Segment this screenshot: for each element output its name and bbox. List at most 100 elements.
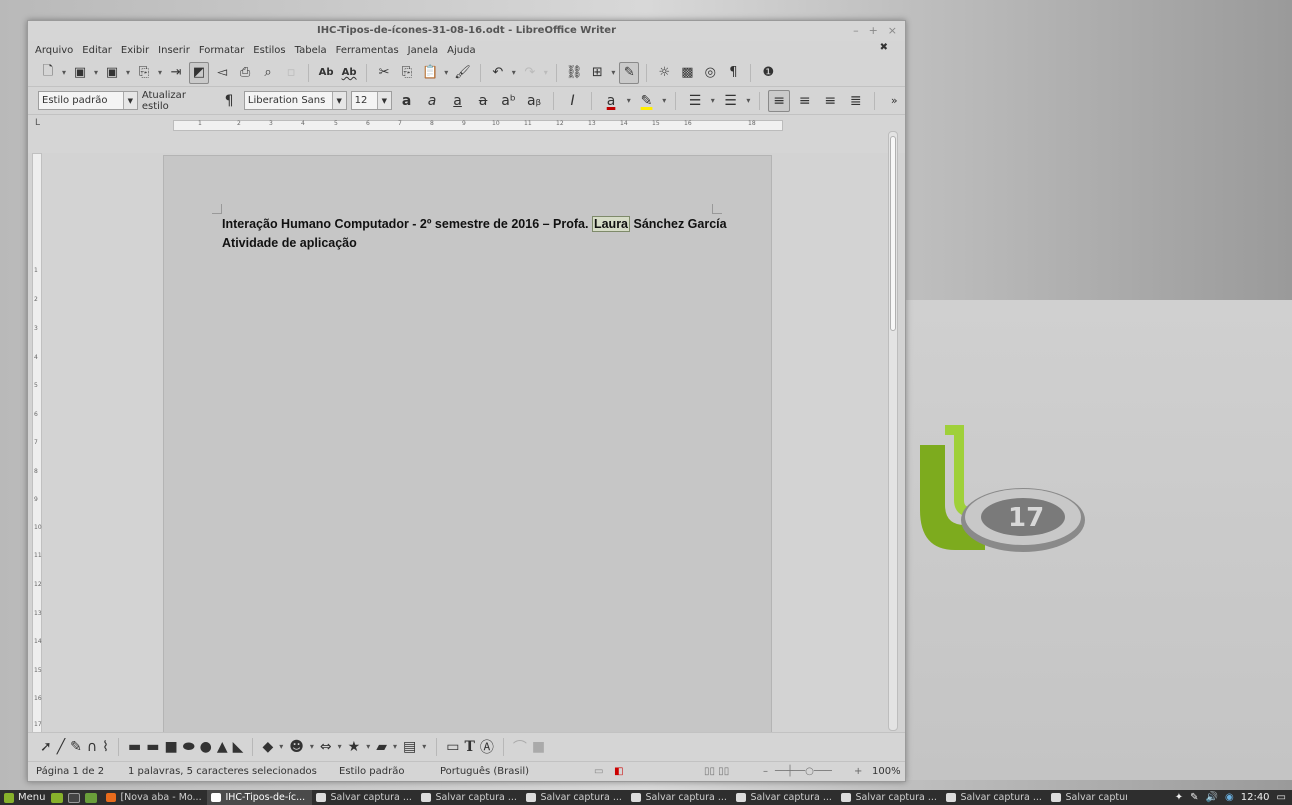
circle-icon[interactable]: ● bbox=[200, 739, 212, 755]
align-center-icon[interactable]: ≡ bbox=[794, 93, 816, 109]
insert-table-icon[interactable]: ⊞ bbox=[587, 62, 607, 84]
numbered-list-icon[interactable]: ☰ bbox=[720, 93, 742, 109]
polygon-icon[interactable]: ⌇ bbox=[102, 739, 109, 755]
clear-formatting-icon[interactable]: I bbox=[562, 93, 584, 109]
curve-icon[interactable]: ∩ bbox=[87, 739, 97, 755]
ellipse-icon[interactable]: ⬬ bbox=[183, 739, 195, 755]
block-arrows-icon[interactable]: ⇔ bbox=[320, 739, 332, 755]
update-shield-icon[interactable]: ◉ bbox=[1225, 792, 1234, 803]
block-arrows-dropdown-icon[interactable]: ▾ bbox=[337, 742, 343, 751]
font-color-dropdown-icon[interactable]: ▾ bbox=[626, 96, 632, 105]
insert-special-character-icon[interactable]: ☼ bbox=[654, 62, 674, 84]
vertical-ruler[interactable]: 1 2 3 4 5 6 7 8 9 10 11 12 13 14 15 16 1… bbox=[32, 153, 42, 733]
more-options-button[interactable]: » bbox=[883, 94, 905, 107]
redo-dropdown-icon[interactable]: ▾ bbox=[543, 68, 549, 77]
chevron-down-icon[interactable]: ▼ bbox=[331, 92, 346, 109]
select-arrow-icon[interactable]: ➚ bbox=[40, 739, 52, 755]
superscript-icon[interactable]: aᵇ bbox=[498, 93, 520, 109]
numbered-list-dropdown-icon[interactable]: ▾ bbox=[745, 96, 751, 105]
edit-mode-icon[interactable]: ◩ bbox=[189, 61, 210, 84]
menu-ajuda[interactable]: Ajuda bbox=[447, 45, 475, 56]
task-screenshot[interactable]: Salvar captura ... bbox=[312, 790, 417, 805]
align-right-icon[interactable]: ≡ bbox=[819, 93, 841, 109]
insert-image-icon[interactable]: ▩ bbox=[677, 62, 697, 84]
horizontal-ruler[interactable]: 1 2 3 4 5 6 7 8 9 10 11 12 13 14 15 16 1… bbox=[173, 120, 783, 131]
copy-icon[interactable]: ⎘ bbox=[397, 62, 417, 84]
insert-comment-icon[interactable]: ❶ bbox=[758, 62, 778, 84]
font-color-icon[interactable]: a bbox=[600, 93, 622, 109]
redo-icon[interactable]: ↷ bbox=[520, 62, 540, 84]
zoom-out-button[interactable]: – bbox=[763, 766, 768, 777]
menu-janela[interactable]: Janela bbox=[408, 45, 438, 56]
show-desktop-icon[interactable] bbox=[51, 792, 64, 803]
symbol-shapes-icon[interactable]: ☻ bbox=[289, 739, 304, 755]
square-icon[interactable]: ■ bbox=[164, 739, 177, 755]
cut-icon[interactable]: ✂ bbox=[374, 62, 394, 84]
insert-mode-icon[interactable]: ▭ bbox=[594, 766, 603, 777]
page-style[interactable]: Estilo padrão bbox=[339, 766, 404, 777]
rounded-rectangle-icon[interactable]: ▬ bbox=[146, 739, 159, 755]
menu-arquivo[interactable]: Arquivo bbox=[35, 45, 73, 56]
clock[interactable]: 12:40 bbox=[1241, 792, 1270, 803]
bullet-list-icon[interactable]: ☰ bbox=[684, 93, 706, 109]
strikethrough-icon[interactable]: a bbox=[472, 93, 494, 109]
new-style-icon[interactable]: ¶ bbox=[218, 93, 240, 109]
view-layout-icon[interactable]: ▯▯ ▯▯ bbox=[704, 766, 729, 777]
table-dropdown-icon[interactable]: ▾ bbox=[610, 68, 616, 77]
task-screenshot[interactable]: Salvar captura ... bbox=[627, 790, 732, 805]
insert-text-box-icon[interactable]: T bbox=[464, 739, 474, 755]
volume-icon[interactable]: 🔊 bbox=[1206, 792, 1218, 803]
chevron-down-icon[interactable]: ▼ bbox=[122, 92, 137, 109]
task-screenshot[interactable]: Salvar captura ... bbox=[1047, 790, 1127, 805]
basic-shapes-dropdown-icon[interactable]: ▾ bbox=[278, 742, 284, 751]
task-writer[interactable]: IHC-Tipos-de-íc... bbox=[207, 790, 313, 805]
zoom-in-button[interactable]: + bbox=[854, 766, 862, 777]
formatting-marks-icon[interactable]: ¶ bbox=[723, 62, 743, 84]
document-page[interactable]: Interação Humano Computador - 2º semestr… bbox=[163, 155, 772, 733]
menu-editar[interactable]: Editar bbox=[82, 45, 112, 56]
subscript-icon[interactable]: aᵦ bbox=[523, 93, 545, 109]
spellcheck-icon[interactable]: Ab bbox=[316, 62, 336, 84]
open-icon[interactable]: ▣ bbox=[70, 62, 90, 84]
title-bar[interactable]: IHC-Tipos-de-ícones-31-08-16.odt - Libre… bbox=[28, 21, 905, 41]
document-text[interactable]: Interação Humano Computador - 2º semestr… bbox=[222, 215, 727, 253]
zoom-slider[interactable]: ──┼──○─── bbox=[775, 766, 832, 777]
italic-icon[interactable]: a bbox=[421, 93, 443, 109]
task-screenshot[interactable]: Salvar captura ... bbox=[522, 790, 627, 805]
draw-functions-icon[interactable]: ✎ bbox=[619, 61, 640, 84]
task-screenshot[interactable]: Salvar captura ... bbox=[732, 790, 837, 805]
task-screenshot[interactable]: Salvar captura ... bbox=[837, 790, 942, 805]
line-icon[interactable]: ╱ bbox=[57, 739, 65, 755]
print-icon[interactable]: ⎙ bbox=[235, 62, 255, 84]
export-dropdown-icon[interactable]: ▾ bbox=[157, 68, 163, 77]
task-screenshot[interactable]: Salvar captura ... bbox=[417, 790, 522, 805]
start-menu-button[interactable]: Menu bbox=[0, 792, 51, 803]
stars-dropdown-icon[interactable]: ▾ bbox=[365, 742, 371, 751]
minimize-button[interactable]: – bbox=[853, 21, 859, 41]
hyperlink-icon[interactable]: ⛓ bbox=[564, 62, 585, 84]
freeform-icon[interactable]: ✎ bbox=[70, 739, 82, 755]
vertical-scrollbar[interactable] bbox=[888, 131, 898, 731]
selected-text[interactable]: Laura bbox=[591, 216, 631, 232]
right-triangle-icon[interactable]: ◣ bbox=[233, 739, 244, 755]
font-name-combo[interactable]: Liberation Sans ▼ bbox=[243, 91, 347, 110]
close-window-button[interactable]: × bbox=[888, 21, 897, 41]
menu-ferramentas[interactable]: Ferramentas bbox=[336, 45, 399, 56]
callouts-icon[interactable]: ▰ bbox=[376, 739, 387, 755]
print-preview-icon[interactable]: ⌕ bbox=[258, 62, 278, 84]
close-document-button[interactable]: ✖ bbox=[880, 42, 888, 53]
menu-tabela[interactable]: Tabela bbox=[295, 45, 327, 56]
new-document-icon[interactable]: 🗋 bbox=[38, 62, 58, 84]
fontwork-icon[interactable]: Ⓐ bbox=[480, 737, 494, 757]
new-dropdown-icon[interactable]: ▾ bbox=[61, 68, 67, 77]
maximize-button[interactable]: + bbox=[869, 21, 878, 41]
stars-icon[interactable]: ★ bbox=[348, 739, 361, 755]
network-icon[interactable]: ✦ bbox=[1175, 792, 1183, 803]
document-line-2[interactable]: Atividade de aplicação bbox=[222, 234, 727, 253]
underline-icon[interactable]: a bbox=[447, 93, 469, 109]
tab-stop-selector[interactable]: L bbox=[35, 118, 40, 128]
export-pdf-icon[interactable]: ⇥ bbox=[166, 62, 186, 84]
basic-shapes-icon[interactable]: ◆ bbox=[262, 739, 273, 755]
navigator-icon[interactable]: ▫ bbox=[281, 62, 301, 84]
save-icon[interactable]: ▣ bbox=[102, 62, 122, 84]
